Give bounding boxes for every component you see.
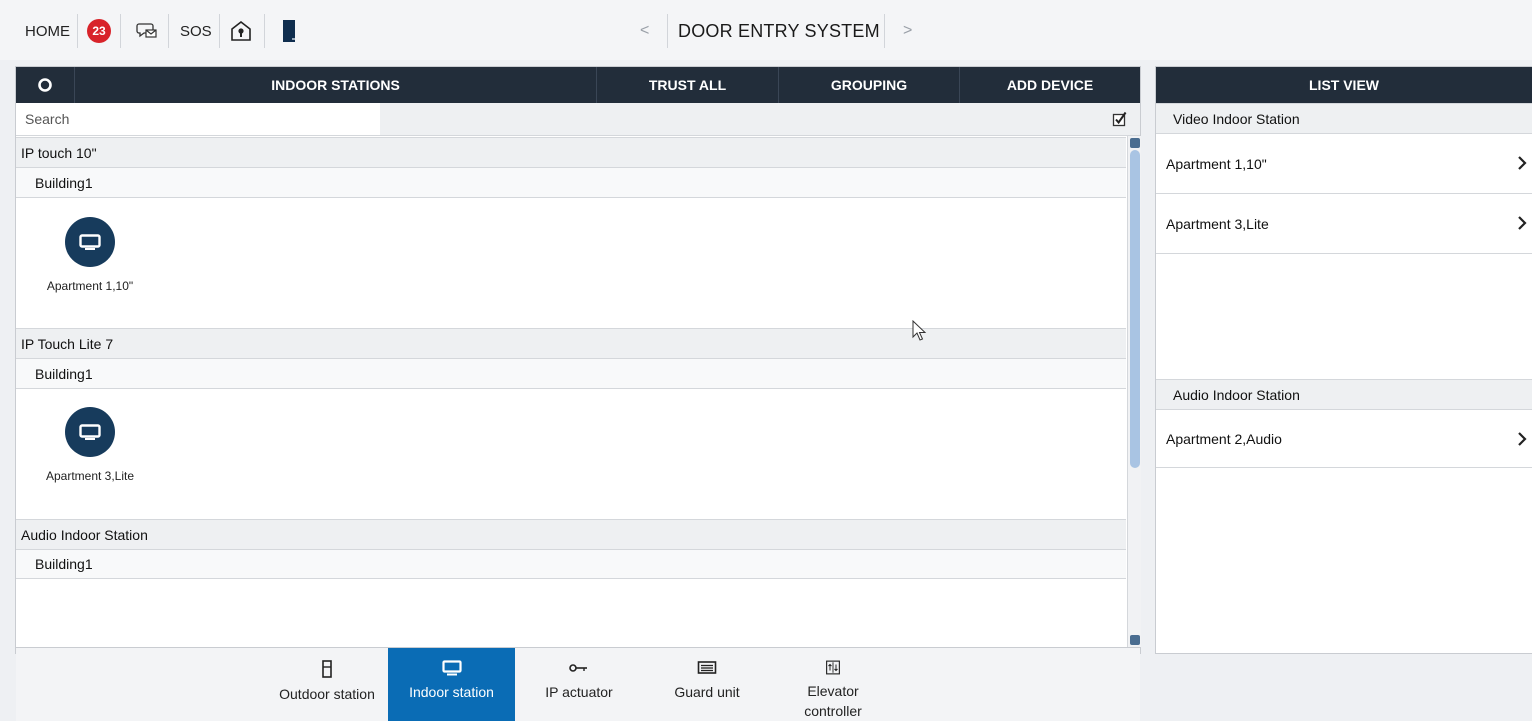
building-header[interactable]: Building1 xyxy=(16,168,1126,198)
group-header[interactable]: IP Touch Lite 7 xyxy=(16,328,1126,359)
vertical-scrollbar[interactable] xyxy=(1127,136,1141,647)
divider xyxy=(219,14,220,48)
top-bar: HOME 23 SOS < DOOR ENTRY SYSTEM > xyxy=(0,0,1532,60)
scroll-thumb[interactable] xyxy=(1130,150,1140,468)
home-security-button[interactable] xyxy=(230,10,252,52)
tab-label: Guard unit xyxy=(674,684,740,700)
device-type-tabs: Outdoor station Indoor station IP actuat… xyxy=(16,647,1140,721)
home-button[interactable]: HOME xyxy=(25,10,70,52)
elevator-icon xyxy=(826,660,840,675)
next-arrow-button[interactable]: > xyxy=(903,10,912,52)
divider xyxy=(120,14,121,48)
chevron-right-icon xyxy=(1518,432,1527,446)
group-header[interactable]: IP touch 10" xyxy=(16,137,1126,168)
messages-button[interactable] xyxy=(136,10,158,52)
chevron-right-icon: > xyxy=(903,22,913,39)
tab-label: Indoor station xyxy=(409,684,494,700)
list-section-header: Video Indoor Station xyxy=(1156,103,1532,134)
trust-all-button[interactable]: TRUST ALL xyxy=(596,67,778,103)
divider xyxy=(264,14,265,48)
chevron-left-icon: < xyxy=(640,22,650,39)
prev-arrow-button[interactable]: < xyxy=(640,10,649,52)
tab-indoor-station[interactable]: Indoor station xyxy=(388,648,515,721)
mouse-cursor-icon xyxy=(912,320,927,341)
device-label: Apartment 3,Lite xyxy=(45,469,135,483)
outdoor-station-icon xyxy=(322,660,332,678)
scroll-up-button[interactable] xyxy=(1130,138,1140,148)
refresh-button[interactable] xyxy=(16,67,74,103)
divider xyxy=(77,14,78,48)
message-icon xyxy=(136,23,157,38)
key-icon xyxy=(569,664,587,672)
add-device-button[interactable]: ADD DEVICE xyxy=(959,67,1140,103)
list-section-header: Audio Indoor Station xyxy=(1156,379,1532,410)
device-circle xyxy=(65,217,115,267)
tab-label: Elevator controller xyxy=(804,683,862,719)
divider xyxy=(168,14,169,48)
chevron-right-icon xyxy=(1518,216,1527,230)
device-label: Apartment 1,10" xyxy=(46,279,134,293)
building-header[interactable]: Building1 xyxy=(16,359,1126,389)
divider xyxy=(884,14,885,48)
monitor-icon xyxy=(79,424,101,440)
search-row xyxy=(16,103,1140,136)
circle-icon xyxy=(38,78,52,92)
tab-guard-unit[interactable]: Guard unit xyxy=(653,648,761,721)
tab-elevator-controller[interactable]: Elevator controller xyxy=(778,648,888,721)
notification-count-badge: 23 xyxy=(87,19,111,43)
notifications-button[interactable]: 23 xyxy=(87,10,111,52)
list-item[interactable]: Apartment 1,10" xyxy=(1156,134,1532,194)
search-input[interactable] xyxy=(16,103,380,135)
door-icon xyxy=(283,20,295,42)
chevron-right-icon xyxy=(1518,156,1527,170)
select-all-checkbox-icon[interactable] xyxy=(1112,111,1128,127)
keyboard-icon xyxy=(697,661,717,674)
scroll-down-button[interactable] xyxy=(1130,635,1140,645)
tab-label: Outdoor station xyxy=(279,686,375,702)
panel-header: INDOOR STATIONS TRUST ALL GROUPING ADD D… xyxy=(16,67,1140,103)
panel-title: INDOOR STATIONS xyxy=(74,67,596,103)
tab-ip-actuator[interactable]: IP actuator xyxy=(525,648,633,721)
group-header[interactable]: Audio Indoor Station xyxy=(16,519,1126,550)
list-view-header: LIST VIEW xyxy=(1156,67,1532,103)
device-circle xyxy=(65,407,115,457)
page-title: DOOR ENTRY SYSTEM xyxy=(678,20,880,41)
sos-button[interactable]: SOS xyxy=(180,10,212,52)
device-card[interactable]: Apartment 3,Lite xyxy=(35,407,145,483)
device-card[interactable]: Apartment 1,10" xyxy=(35,217,145,293)
list-item-label: Apartment 1,10" xyxy=(1166,155,1267,172)
door-button[interactable] xyxy=(282,10,298,52)
list-item-label: Apartment 2,Audio xyxy=(1166,430,1282,447)
monitor-icon xyxy=(441,660,462,676)
grouping-button[interactable]: GROUPING xyxy=(778,67,959,103)
list-item[interactable]: Apartment 3,Lite xyxy=(1156,194,1532,254)
list-view-panel: LIST VIEW Video Indoor Station Apartment… xyxy=(1155,66,1532,654)
house-alarm-icon xyxy=(231,20,251,41)
indoor-stations-panel: INDOOR STATIONS TRUST ALL GROUPING ADD D… xyxy=(15,66,1141,721)
tab-outdoor-station[interactable]: Outdoor station xyxy=(268,648,386,721)
list-item-label: Apartment 3,Lite xyxy=(1166,215,1269,232)
tab-label: IP actuator xyxy=(545,684,613,700)
list-item[interactable]: Apartment 2,Audio xyxy=(1156,410,1532,468)
divider xyxy=(667,14,668,48)
building-header[interactable]: Building1 xyxy=(16,550,1126,579)
monitor-icon xyxy=(79,234,101,250)
